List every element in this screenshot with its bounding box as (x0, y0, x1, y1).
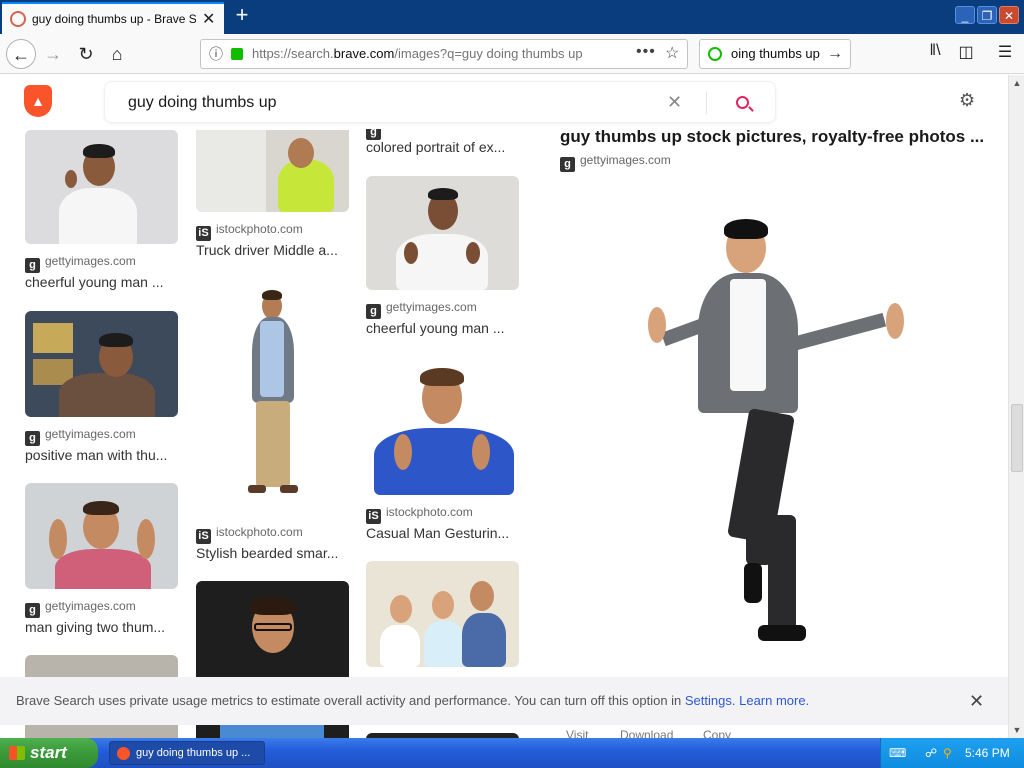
preview-source: g gettyimages.com (560, 153, 671, 172)
brave-search-header: ▲ guy doing thumbs up ✕ ⚙ (0, 75, 1008, 129)
sidebar-icon[interactable]: ◫ (955, 42, 977, 62)
result-caption[interactable]: colored portrait of ex... (366, 139, 505, 155)
navigation-toolbar: ← → ↻ ⌂ ⓘ https://search.brave.com/image… (0, 34, 1024, 74)
home-button[interactable]: ⌂ (102, 39, 132, 69)
result-image[interactable] (25, 311, 178, 417)
taskbar: start guy doing thumbs up ... ⌨ ☍ ⚲ 5:46… (0, 738, 1024, 768)
minimize-button[interactable]: _ (955, 6, 975, 24)
search-query: guy doing thumbs up (128, 94, 277, 111)
search-input[interactable]: guy doing thumbs up ✕ (104, 81, 776, 123)
result-source: g gettyimages.com (25, 427, 136, 446)
url-bar[interactable]: ⓘ https://search.brave.com/images?q=guy … (200, 39, 688, 69)
istockphoto-icon: iS (366, 509, 381, 524)
learn-more-link[interactable]: Learn more. (739, 693, 809, 708)
result-image[interactable] (196, 130, 349, 212)
result-image[interactable] (196, 285, 349, 511)
scrollbar-thumb[interactable] (1011, 404, 1023, 472)
forward-button[interactable]: → (38, 39, 68, 69)
gettyimages-icon: g (25, 258, 40, 273)
preview-title[interactable]: guy thumbs up stock pictures, royalty-fr… (560, 127, 984, 147)
result-source: g gettyimages.com (25, 599, 136, 618)
browser-search-value: oing thumbs up (731, 46, 820, 61)
gear-icon[interactable]: ⚙ (959, 90, 975, 111)
page-scrollbar[interactable]: ▲ ▼ (1008, 75, 1024, 738)
settings-link[interactable]: Settings. (685, 693, 736, 708)
page-viewport: ▲ guy doing thumbs up ✕ ⚙ g gettyimages.c… (0, 75, 1008, 738)
download-link[interactable]: Download (620, 728, 673, 738)
result-image[interactable] (366, 176, 519, 290)
usage-metrics-notice: Brave Search uses private usage metrics … (0, 677, 1008, 725)
brave-favicon-icon (10, 11, 26, 27)
notice-text: Brave Search uses private usage metrics … (16, 693, 685, 708)
url-text: https://search.brave.com/images?q=guy do… (252, 46, 583, 61)
brave-logo-icon[interactable]: ▲ (24, 85, 52, 117)
gettyimages-icon: g (25, 603, 40, 618)
library-icon[interactable]: ‖\ (924, 42, 946, 60)
result-image[interactable] (25, 483, 178, 589)
windows-flag-icon (9, 746, 25, 760)
new-tab-button[interactable]: + (230, 4, 254, 28)
result-caption[interactable]: Casual Man Gesturin... (366, 525, 509, 541)
copy-link[interactable]: Copy (703, 728, 731, 738)
close-window-button[interactable]: ✕ (999, 6, 1019, 24)
result-image[interactable] (366, 360, 519, 495)
result-caption[interactable]: man giving two thum... (25, 619, 165, 635)
scroll-up-icon[interactable]: ▲ (1009, 75, 1024, 91)
result-caption[interactable]: Stylish bearded smar... (196, 545, 338, 561)
result-image[interactable] (366, 561, 519, 667)
scroll-down-icon[interactable]: ▼ (1009, 722, 1024, 738)
result-image[interactable] (25, 130, 178, 244)
browser-tab[interactable]: guy doing thumbs up - Brave Search ✕ (2, 2, 224, 34)
result-caption[interactable]: positive man with thu... (25, 447, 167, 463)
search-engine-icon (708, 47, 722, 61)
search-go-icon[interactable]: → (827, 40, 843, 68)
istockphoto-icon: iS (196, 529, 211, 544)
reload-button[interactable]: ↻ (71, 39, 101, 69)
taskbar-window-button[interactable]: guy doing thumbs up ... (109, 741, 265, 765)
back-button[interactable]: ← (6, 39, 36, 69)
network-icon[interactable]: ☍ (925, 746, 939, 760)
gettyimages-icon: g (560, 157, 575, 172)
result-source: iS istockphoto.com (196, 525, 303, 544)
gettyimages-icon: g (25, 431, 40, 446)
page-actions-icon[interactable]: ••• (636, 38, 656, 66)
maximize-button[interactable]: ❐ (977, 6, 997, 24)
gettyimages-icon: g (366, 304, 381, 319)
browser-search-box[interactable]: oing thumbs up → (699, 39, 851, 69)
result-source: g gettyimages.com (366, 300, 477, 319)
result-caption[interactable]: Truck driver Middle a... (196, 242, 338, 258)
search-divider (706, 92, 707, 114)
search-icon[interactable] (736, 96, 749, 109)
lock-icon (231, 48, 243, 60)
result-caption[interactable]: cheerful young man ... (366, 320, 505, 336)
preview-image[interactable] (640, 215, 920, 655)
clear-search-icon[interactable]: ✕ (667, 82, 682, 122)
start-button[interactable]: start (0, 738, 98, 768)
result-source: iS istockphoto.com (366, 505, 473, 524)
result-source: iS istockphoto.com (196, 222, 303, 241)
result-caption[interactable]: cheerful young man ... (25, 274, 164, 290)
site-info-icon[interactable]: ⓘ (209, 40, 223, 68)
search-tray-icon[interactable]: ⚲ (943, 746, 957, 760)
system-tray: ⌨ ☍ ⚲ 5:46 PM (880, 738, 1024, 768)
brave-taskbar-icon (117, 747, 130, 760)
visit-link[interactable]: Visit (566, 728, 588, 738)
close-notice-icon[interactable]: ✕ (969, 677, 984, 725)
result-source: g gettyimages.com (25, 254, 136, 273)
tab-close-icon[interactable]: ✕ (202, 9, 215, 29)
browser-titlebar: guy doing thumbs up - Brave Search ✕ + _… (0, 0, 1024, 34)
keyboard-icon[interactable]: ⌨ (889, 746, 906, 760)
menu-icon[interactable]: ☰ (994, 42, 1016, 62)
clock: 5:46 PM (965, 746, 1010, 760)
bookmark-star-icon[interactable]: ☆ (665, 40, 679, 68)
istockphoto-icon: iS (196, 226, 211, 241)
tab-title: guy doing thumbs up - Brave Search (32, 12, 196, 26)
